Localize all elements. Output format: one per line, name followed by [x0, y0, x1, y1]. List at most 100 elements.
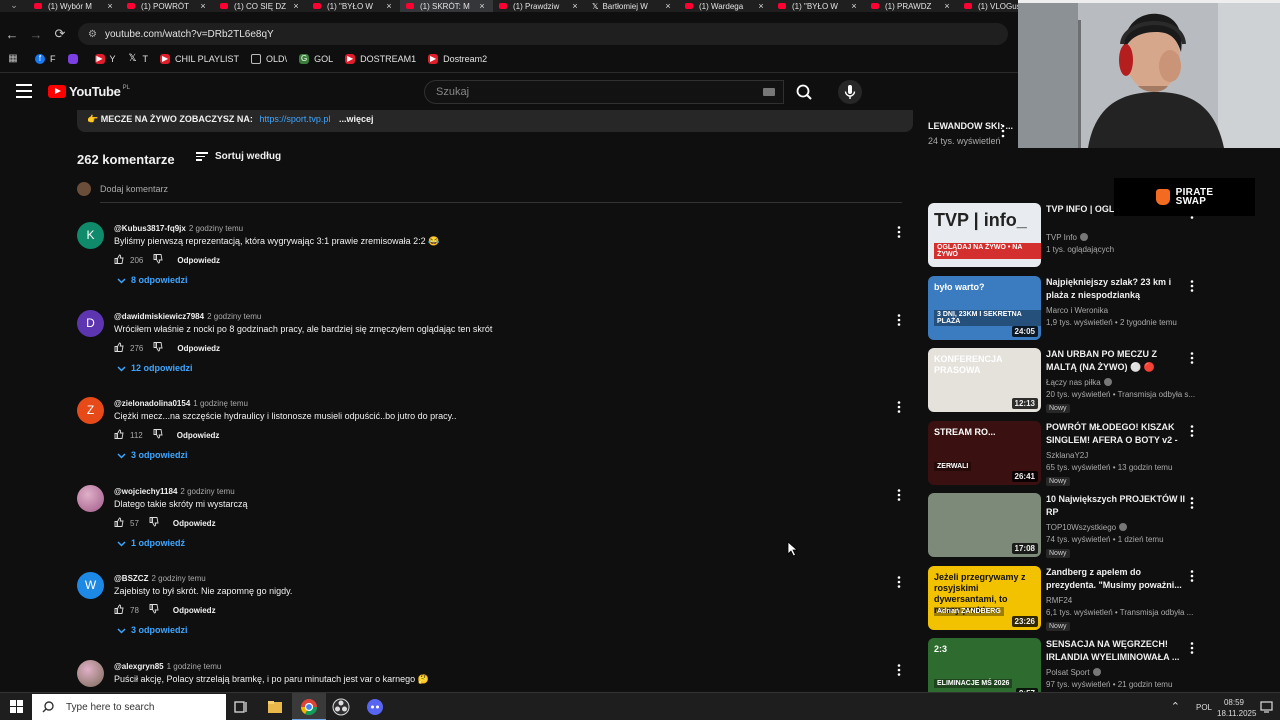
video-title[interactable]: Zandberg z apelem do prezydenta. "Musimy… — [1046, 566, 1186, 592]
comment-time[interactable]: 1 godzinę temu — [167, 662, 222, 671]
forward-icon[interactable]: → — [24, 27, 48, 42]
video-thumbnail[interactable]: było warto? 3 DNI, 23KM I SEKRETNA PLAŻA 2… — [928, 275, 1041, 340]
sort-button[interactable]: Sortuj według — [196, 150, 281, 163]
thumbs-up-icon[interactable] — [114, 517, 126, 530]
more-options-icon[interactable] — [1190, 569, 1194, 585]
keyboard-icon[interactable] — [763, 88, 775, 96]
tab-close-icon[interactable]: × — [477, 1, 487, 11]
tray-expand-icon[interactable]: ⌃ — [1171, 700, 1180, 713]
bookmark-item[interactable]: ▶ DOSTREAM1 — [345, 54, 416, 64]
tab-close-icon[interactable]: × — [756, 1, 766, 11]
tab-close-icon[interactable]: × — [663, 1, 673, 11]
view-replies-button[interactable]: 1 odpowiedź — [117, 538, 185, 548]
discord-icon[interactable] — [366, 698, 384, 716]
tab-close-icon[interactable]: × — [942, 1, 952, 11]
thumbs-up-icon[interactable] — [114, 429, 126, 442]
browser-tab[interactable]: (1) Prawdziw × — [493, 0, 586, 12]
channel-name[interactable]: Marco i Weronika — [1046, 306, 1108, 315]
voice-search-button[interactable] — [838, 80, 862, 104]
video-thumbnail[interactable]: TVP | info_ OGLĄDAJ NA ŻYWO • NA ŻYWO — [928, 203, 1041, 267]
reply-button[interactable]: Odpowiedz — [173, 519, 216, 528]
comment-author[interactable]: @Kubus3817-fq9jx — [114, 224, 186, 233]
clock[interactable]: 08:59 18.11.2025 — [1217, 697, 1256, 719]
bookmark-item[interactable]: fF — [35, 54, 56, 64]
task-view-icon[interactable] — [232, 698, 250, 716]
comment-time[interactable]: 2 godziny temu — [207, 312, 261, 321]
comment-time[interactable]: 2 godziny temu — [151, 574, 205, 583]
view-replies-button[interactable]: 3 odpowiedzi — [117, 625, 188, 635]
windows-start-icon[interactable] — [10, 700, 23, 713]
bookmark-item[interactable]: G GOL — [299, 54, 333, 64]
thumbs-down-icon[interactable] — [153, 341, 165, 355]
thumbs-up-icon[interactable] — [114, 254, 126, 267]
browser-tab[interactable]: (1) POWRÓT × — [121, 0, 214, 12]
more-options-icon[interactable] — [894, 488, 904, 501]
more-options-icon[interactable] — [1190, 497, 1194, 512]
tab-close-icon[interactable]: × — [291, 1, 301, 11]
video-thumbnail[interactable]: 2:3ELIMINACJE MŚ 20269:57 — [928, 638, 1041, 692]
taskbar-search-input[interactable]: Type here to search — [32, 694, 226, 720]
more-options-icon[interactable] — [1190, 279, 1194, 295]
more-options-icon[interactable] — [894, 226, 904, 238]
recommended-video[interactable]: KONFERENCJA PRASOWA 12:13 JAN URBAN PO MEC… — [928, 348, 1198, 414]
comment-time[interactable]: 2 godziny temu — [189, 224, 243, 233]
thumbs-down-icon[interactable] — [153, 254, 165, 267]
recommended-video[interactable]: 2:3ELIMINACJE MŚ 20269:57SENSACJA NA WĘG… — [928, 638, 1198, 692]
thumbs-down-icon[interactable] — [149, 604, 161, 617]
tab-close-icon[interactable]: × — [849, 1, 859, 11]
comment-author[interactable]: @wojciechy1184 — [114, 487, 177, 496]
recommended-video[interactable]: było warto? 3 DNI, 23KM I SEKRETNA PLAŻA 2… — [928, 275, 1198, 342]
view-replies-button[interactable]: 12 odpowiedzi — [117, 363, 193, 373]
channel-name[interactable]: TVP Info — [1046, 233, 1088, 242]
youtube-logo[interactable]: YouTube PL — [48, 84, 130, 99]
bookmark-item[interactable]: OLD\ — [251, 54, 287, 64]
video-title[interactable]: SENSACJA NA WĘGRZECH! IRLANDIA WYELIMINO… — [1046, 638, 1186, 664]
comment-time[interactable]: 1 godzinę temu — [193, 399, 248, 408]
reply-button[interactable]: Odpowiedz — [177, 344, 220, 353]
show-more-button[interactable]: ...więcej — [339, 114, 374, 124]
browser-tab[interactable]: (1) Wybór M × — [28, 0, 121, 12]
video-thumbnail[interactable]: Jeżeli przegrywamy z rosyjskimi dywersan… — [928, 565, 1041, 630]
video-description[interactable]: 👉 MECZE NA ŻYWO ZOBACZYSZ NA: https://sp… — [77, 110, 913, 132]
channel-name[interactable]: TOP10Wszystkiego — [1046, 523, 1128, 532]
recommended-video[interactable]: Jeżeli przegrywamy z rosyjskimi dywersan… — [928, 565, 1198, 632]
taskbar-chrome-active[interactable] — [292, 693, 326, 720]
back-icon[interactable]: ← — [0, 27, 24, 42]
comment-author[interactable]: @BSZCZ — [114, 574, 148, 583]
thumbs-up-icon[interactable] — [114, 604, 126, 617]
tab-close-icon[interactable]: × — [570, 1, 580, 11]
tab-close-icon[interactable]: × — [384, 1, 394, 11]
tab-close-icon[interactable]: × — [105, 1, 115, 11]
view-replies-button[interactable]: 8 odpowiedzi — [117, 275, 188, 285]
reply-button[interactable]: Odpowiedz — [177, 256, 220, 265]
more-options-icon[interactable] — [894, 313, 904, 326]
video-title[interactable]: JAN URBAN PO MECZU Z MALTĄ (NA ŻYWO) ⚪ 🔴 — [1046, 348, 1186, 374]
reply-button[interactable]: Odpowiedz — [173, 606, 216, 615]
bookmark-item[interactable]: 𝕏T — [128, 54, 148, 65]
browser-tab[interactable]: (1) "BYŁO W × — [772, 0, 865, 12]
more-options-icon[interactable] — [1190, 642, 1194, 657]
comment-time[interactable]: 2 godziny temu — [180, 487, 234, 496]
video-thumbnail[interactable]: STREAM RO... ZERWALI 26:41 — [928, 420, 1041, 485]
more-options-icon[interactable] — [1190, 352, 1194, 367]
bookmark-item[interactable]: ▶ Y — [94, 54, 116, 64]
reply-button[interactable]: Odpowiedz — [177, 431, 220, 440]
apps-grid-icon[interactable]: ▦ — [8, 54, 23, 64]
bookmark-item[interactable] — [67, 54, 83, 64]
video-title[interactable]: 10 Największych PROJEKTÓW II RP — [1046, 493, 1186, 519]
channel-name[interactable]: RMF24 — [1046, 596, 1072, 605]
channel-name[interactable]: Polsat Sport — [1046, 668, 1101, 677]
more-options-icon[interactable] — [894, 663, 904, 676]
browser-tab[interactable]: (1) SKRÓT: M × — [400, 0, 493, 12]
comment-author[interactable]: @zielonadolina0154 — [114, 399, 190, 408]
site-info-icon[interactable]: ⚙ — [88, 29, 97, 40]
comment-avatar[interactable] — [77, 484, 104, 512]
bookmark-item[interactable]: ▶ CHIL PLAYLIST — [160, 54, 239, 64]
browser-tab[interactable]: (1) Wardega × — [679, 0, 772, 12]
thumbs-up-icon[interactable] — [114, 342, 126, 355]
add-comment-field[interactable]: Dodaj komentarz — [77, 182, 168, 196]
obs-icon[interactable] — [332, 698, 350, 716]
more-options-icon[interactable] — [894, 576, 904, 588]
video-title[interactable]: Najpiękniejszy szlak? 23 km i plaża z ni… — [1046, 276, 1186, 302]
menu-icon[interactable] — [16, 84, 32, 98]
